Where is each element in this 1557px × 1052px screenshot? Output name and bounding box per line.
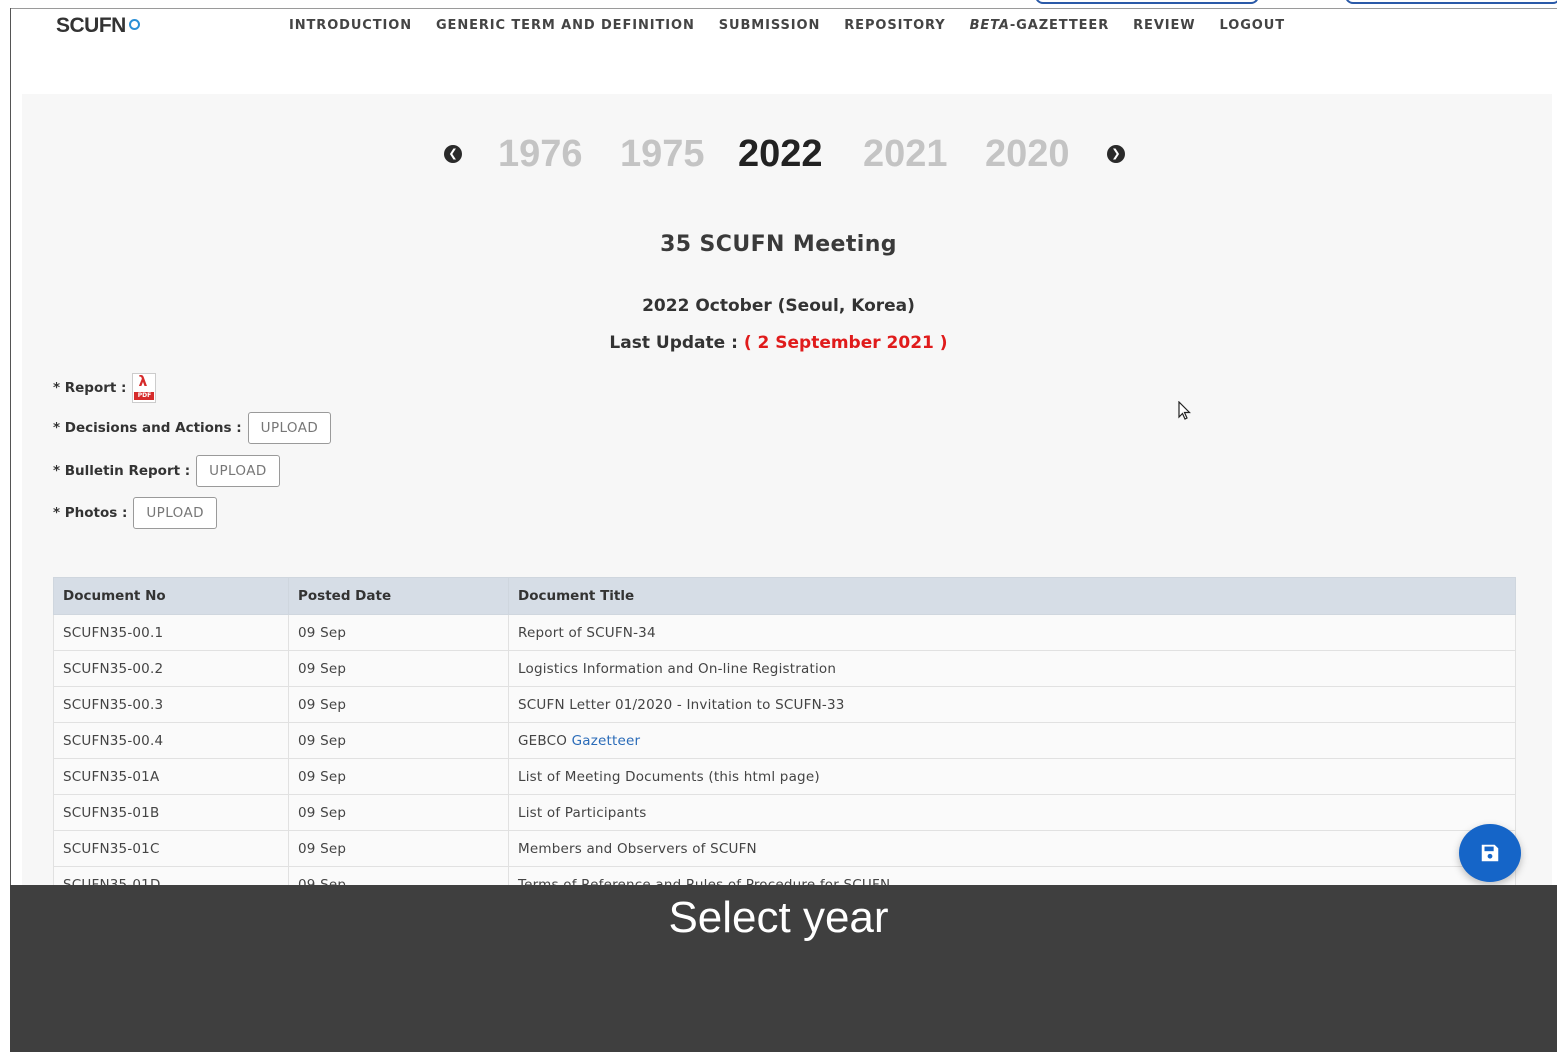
window-left-border	[10, 8, 11, 888]
posted-date: 09 Sep	[288, 758, 509, 795]
documents-table: Document No Posted Date Document Title S…	[53, 577, 1516, 903]
bulletin-field: * Bulletin Report : UPLOAD	[53, 455, 280, 487]
table-row: SCUFN35-00.3 09 Sep SCUFN Letter 01/2020…	[53, 686, 1516, 723]
document-title[interactable]: Report of SCUFN-34	[508, 614, 1516, 651]
upload-bulletin-button[interactable]: UPLOAD	[196, 455, 280, 487]
logo-text: SCUFN	[56, 14, 126, 37]
year-option[interactable]: 1975	[620, 133, 705, 176]
save-button[interactable]	[1459, 824, 1521, 882]
year-option[interactable]: 1976	[498, 133, 583, 176]
nav-review[interactable]: REVIEW	[1133, 18, 1195, 33]
decisions-field: * Decisions and Actions : UPLOAD	[53, 412, 332, 444]
table-row: SCUFN35-01C 09 Sep Members and Observers…	[53, 830, 1516, 867]
bulletin-label: * Bulletin Report :	[53, 463, 191, 479]
nav-beta-gazetteer[interactable]: BETA-GAZETTEER	[970, 18, 1110, 33]
table-row: SCUFN35-01A 09 Sep List of Meeting Docum…	[53, 758, 1516, 795]
nav-logout[interactable]: LOGOUT	[1220, 18, 1285, 33]
mouse-cursor-icon	[1178, 401, 1191, 420]
document-no: SCUFN35-01B	[53, 794, 289, 831]
logo-ring-icon	[128, 19, 140, 30]
caption-text: Select year	[668, 893, 889, 942]
column-header-document-no: Document No	[53, 577, 289, 615]
document-title[interactable]: List of Participants	[508, 794, 1516, 831]
gazetteer-link[interactable]: Gazetteer	[572, 733, 641, 749]
nav-repository[interactable]: REPOSITORY	[844, 18, 945, 33]
browser-tab-partial[interactable]	[1035, 0, 1259, 4]
nav-submission[interactable]: SUBMISSION	[719, 18, 821, 33]
posted-date: 09 Sep	[288, 686, 509, 723]
document-title: GEBCO Gazetteer	[508, 722, 1516, 759]
document-no: SCUFN35-01C	[53, 830, 289, 867]
table-row: SCUFN35-00.1 09 Sep Report of SCUFN-34	[53, 614, 1516, 651]
meeting-title: 35 SCUFN Meeting	[660, 232, 897, 257]
document-title-text[interactable]: GEBCO	[518, 733, 572, 749]
year-selector: ❮ 1976 1975 2022 2021 2020 ❯	[444, 133, 1134, 179]
document-no: SCUFN35-00.4	[53, 722, 289, 759]
last-update-value: ( 2 September 2021 )	[743, 333, 948, 353]
document-title[interactable]: Logistics Information and On-line Regist…	[508, 650, 1516, 687]
report-field: * Report : λ PDF	[53, 373, 157, 403]
posted-date: 09 Sep	[288, 794, 509, 831]
column-header-document-title: Document Title	[508, 577, 1516, 615]
document-title[interactable]: SCUFN Letter 01/2020 - Invitation to SCU…	[508, 686, 1516, 723]
posted-date: 09 Sep	[288, 614, 509, 651]
main-nav: INTRODUCTION GENERIC TERM AND DEFINITION…	[289, 18, 1285, 33]
decisions-label: * Decisions and Actions :	[53, 420, 242, 436]
last-update: Last Update : ( 2 September 2021 )	[0, 333, 1557, 353]
document-no: SCUFN35-00.2	[53, 650, 289, 687]
upload-photos-button[interactable]: UPLOAD	[133, 497, 217, 529]
browser-tab-partial[interactable]	[1345, 0, 1557, 4]
table-row: SCUFN35-00.2 09 Sep Logistics Informatio…	[53, 650, 1516, 687]
document-no: SCUFN35-00.1	[53, 614, 289, 651]
posted-date: 09 Sep	[288, 830, 509, 867]
table-header-row: Document No Posted Date Document Title	[53, 577, 1516, 615]
year-option[interactable]: 2021	[863, 133, 948, 176]
year-option-active[interactable]: 2022	[738, 133, 823, 176]
posted-date: 09 Sep	[288, 650, 509, 687]
nav-generic-term[interactable]: GENERIC TERM AND DEFINITION	[436, 18, 695, 33]
document-no: SCUFN35-01A	[53, 758, 289, 795]
report-label: * Report :	[53, 380, 127, 396]
chevron-left-icon[interactable]: ❮	[444, 145, 462, 163]
nav-introduction[interactable]: INTRODUCTION	[289, 18, 412, 33]
meeting-date-location: 2022 October (Seoul, Korea)	[642, 296, 915, 316]
pdf-icon[interactable]: λ PDF	[132, 373, 157, 403]
pdf-tag: PDF	[134, 392, 155, 400]
table-row: SCUFN35-00.4 09 Sep GEBCO Gazetteer	[53, 722, 1516, 759]
photos-field: * Photos : UPLOAD	[53, 497, 217, 529]
floppy-disk-icon	[1481, 844, 1499, 862]
nav-beta-label: BETA	[969, 18, 1010, 33]
table-row: SCUFN35-01B 09 Sep List of Participants	[53, 794, 1516, 831]
site-logo[interactable]: SCUFN	[56, 14, 140, 38]
document-no: SCUFN35-00.3	[53, 686, 289, 723]
window-top-border	[10, 8, 1557, 9]
upload-decisions-button[interactable]: UPLOAD	[247, 412, 332, 444]
chevron-right-icon[interactable]: ❯	[1107, 145, 1125, 163]
last-update-label: Last Update :	[609, 333, 738, 353]
column-header-posted-date: Posted Date	[288, 577, 509, 615]
year-option[interactable]: 2020	[985, 133, 1070, 176]
document-title[interactable]: Members and Observers of SCUFN	[508, 830, 1516, 867]
posted-date: 09 Sep	[288, 722, 509, 759]
document-title[interactable]: List of Meeting Documents (this html pag…	[508, 758, 1516, 795]
nav-gazetteer-label: -GAZETTEER	[1009, 18, 1110, 33]
photos-label: * Photos :	[53, 505, 128, 521]
